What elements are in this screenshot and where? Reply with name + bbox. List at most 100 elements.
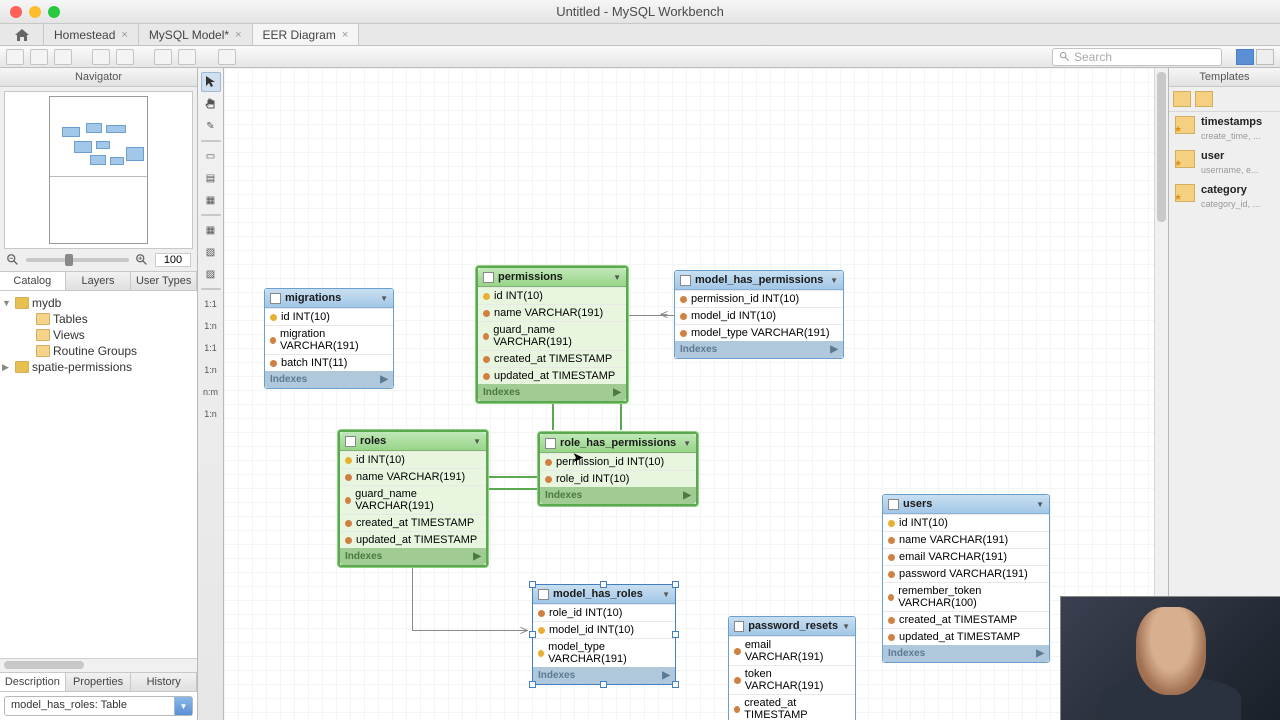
tab-user-types[interactable]: User Types [131, 272, 197, 290]
expand-icon[interactable]: ▶ [613, 387, 621, 398]
open-file-button[interactable] [30, 49, 48, 65]
rel-1-n-tool[interactable]: 1:n [201, 316, 221, 336]
entity-users[interactable]: users▼ id INT(10)name VARCHAR(191)email … [882, 494, 1050, 663]
diagram-overview[interactable] [4, 91, 193, 249]
entity-roles[interactable]: roles▼ id INT(10)name VARCHAR(191)guard_… [338, 430, 488, 567]
tab-properties[interactable]: Properties [66, 673, 132, 691]
selection-combo[interactable]: model_has_roles: Table ▼ [4, 696, 193, 716]
column-row[interactable]: id INT(10) [340, 451, 486, 468]
column-row[interactable]: name VARCHAR(191) [340, 468, 486, 485]
rel-1-n-ex-tool[interactable]: 1:n [201, 404, 221, 424]
tab-catalog[interactable]: Catalog [0, 272, 66, 290]
new-file-button[interactable] [6, 49, 24, 65]
entity-permissions[interactable]: permissions▼ id INT(10)name VARCHAR(191)… [476, 266, 628, 403]
chevron-down-icon[interactable]: ▼ [473, 437, 481, 446]
expand-icon[interactable]: ▶ [830, 344, 838, 355]
tree-db-spatie[interactable]: ▶spatie-permissions [2, 359, 195, 375]
close-icon[interactable]: × [121, 29, 127, 41]
column-row[interactable]: created_at TIMESTAMP [883, 611, 1049, 628]
column-row[interactable]: name VARCHAR(191) [883, 531, 1049, 548]
column-row[interactable]: updated_at TIMESTAMP [883, 628, 1049, 645]
note-tool[interactable]: ▤ [201, 168, 221, 188]
chevron-down-icon[interactable]: ▼ [662, 590, 670, 599]
tab-description[interactable]: Description [0, 673, 66, 691]
column-row[interactable]: migration VARCHAR(191) [265, 325, 393, 354]
layer-tool[interactable]: ▭ [201, 146, 221, 166]
erase-tool[interactable]: ✎ [201, 116, 221, 136]
column-row[interactable]: updated_at TIMESTAMP [340, 531, 486, 548]
rel-1-1-id-tool[interactable]: 1:1 [201, 338, 221, 358]
column-row[interactable]: id INT(10) [265, 308, 393, 325]
column-row[interactable]: role_id INT(10) [533, 604, 675, 621]
tab-eer-diagram[interactable]: EER Diagram × [253, 24, 360, 45]
tree-db-mydb[interactable]: ▼mydb [2, 295, 195, 311]
chevron-down-icon[interactable]: ▼ [1036, 500, 1044, 509]
tree-item-views[interactable]: Views [2, 327, 195, 343]
template-category[interactable]: categorycategory_id, ... [1169, 180, 1280, 214]
tree-item-routine-groups[interactable]: Routine Groups [2, 343, 195, 359]
expand-icon[interactable]: ▶ [473, 551, 481, 562]
column-row[interactable]: role_id INT(10) [540, 470, 696, 487]
column-row[interactable]: email VARCHAR(191) [883, 548, 1049, 565]
chevron-down-icon[interactable]: ▼ [842, 622, 850, 631]
search-input[interactable]: Search [1052, 48, 1222, 66]
expand-icon[interactable]: ▶ [380, 374, 388, 385]
close-icon[interactable]: × [235, 29, 241, 41]
tab-layers[interactable]: Layers [66, 272, 132, 290]
entity-migrations[interactable]: migrations▼ id INT(10)migration VARCHAR(… [264, 288, 394, 389]
grid-button[interactable] [154, 49, 172, 65]
export-button[interactable] [218, 49, 236, 65]
chevron-down-icon[interactable]: ▼ [613, 273, 621, 282]
view-tool[interactable]: ▧ [201, 242, 221, 262]
template-user[interactable]: userusername, e... [1169, 146, 1280, 180]
chevron-down-icon[interactable]: ▼ [380, 294, 388, 303]
column-row[interactable]: model_type VARCHAR(191) [533, 638, 675, 667]
schema-tree[interactable]: ▼mydb Tables Views Routine Groups ▶spati… [0, 291, 197, 658]
expand-icon[interactable]: ▶ [683, 490, 691, 501]
entity-model-has-roles[interactable]: model_has_roles▼ role_id INT(10)model_id… [532, 584, 676, 685]
routine-tool[interactable]: ▨ [201, 264, 221, 284]
expand-icon[interactable]: ▶ [662, 670, 670, 681]
chevron-down-icon[interactable]: ▼ [830, 276, 838, 285]
column-row[interactable]: batch INT(11) [265, 354, 393, 371]
close-icon[interactable]: × [342, 29, 348, 41]
entity-password-resets[interactable]: password_resets▼ email VARCHAR(191)token… [728, 616, 856, 720]
column-row[interactable]: created_at TIMESTAMP [729, 694, 855, 720]
column-row[interactable]: guard_name VARCHAR(191) [478, 321, 626, 350]
column-row[interactable]: email VARCHAR(191) [729, 636, 855, 665]
align-button[interactable] [178, 49, 196, 65]
image-tool[interactable]: ▦ [201, 190, 221, 210]
tab-mysql-model[interactable]: MySQL Model* × [139, 24, 253, 45]
dropdown-icon[interactable]: ▼ [174, 697, 192, 715]
column-row[interactable]: guard_name VARCHAR(191) [340, 485, 486, 514]
column-row[interactable]: password VARCHAR(191) [883, 565, 1049, 582]
zoom-slider[interactable] [26, 258, 129, 262]
column-row[interactable]: permission_id INT(10) [540, 453, 696, 470]
right-panel-toggle[interactable] [1256, 49, 1274, 65]
tree-scrollbar[interactable] [0, 658, 197, 672]
column-row[interactable]: model_id INT(10) [533, 621, 675, 638]
column-row[interactable]: id INT(10) [478, 287, 626, 304]
column-row[interactable]: created_at TIMESTAMP [340, 514, 486, 531]
rel-1-1-tool[interactable]: 1:1 [201, 294, 221, 314]
column-row[interactable]: updated_at TIMESTAMP [478, 367, 626, 384]
undo-button[interactable] [92, 49, 110, 65]
home-tab[interactable] [0, 24, 44, 45]
column-row[interactable]: remember_token VARCHAR(100) [883, 582, 1049, 611]
zoom-in-icon[interactable] [135, 253, 149, 267]
zoom-out-icon[interactable] [6, 253, 20, 267]
column-row[interactable]: id INT(10) [883, 514, 1049, 531]
entity-role-has-permissions[interactable]: role_has_permissions▼ permission_id INT(… [538, 432, 698, 506]
hand-tool[interactable] [201, 94, 221, 114]
zoom-value[interactable] [155, 253, 191, 267]
rel-n-m-tool[interactable]: n:m [201, 382, 221, 402]
rel-1-n-id-tool[interactable]: 1:n [201, 360, 221, 380]
table-tool[interactable]: ▦ [201, 220, 221, 240]
column-row[interactable]: model_id INT(10) [675, 307, 843, 324]
select-tool[interactable] [201, 72, 221, 92]
column-row[interactable]: model_type VARCHAR(191) [675, 324, 843, 341]
left-panel-toggle[interactable] [1236, 49, 1254, 65]
tab-homestead[interactable]: Homestead × [44, 24, 139, 45]
template-timestamps[interactable]: timestampscreate_time, ... [1169, 112, 1280, 146]
template-new-button[interactable] [1173, 91, 1191, 107]
